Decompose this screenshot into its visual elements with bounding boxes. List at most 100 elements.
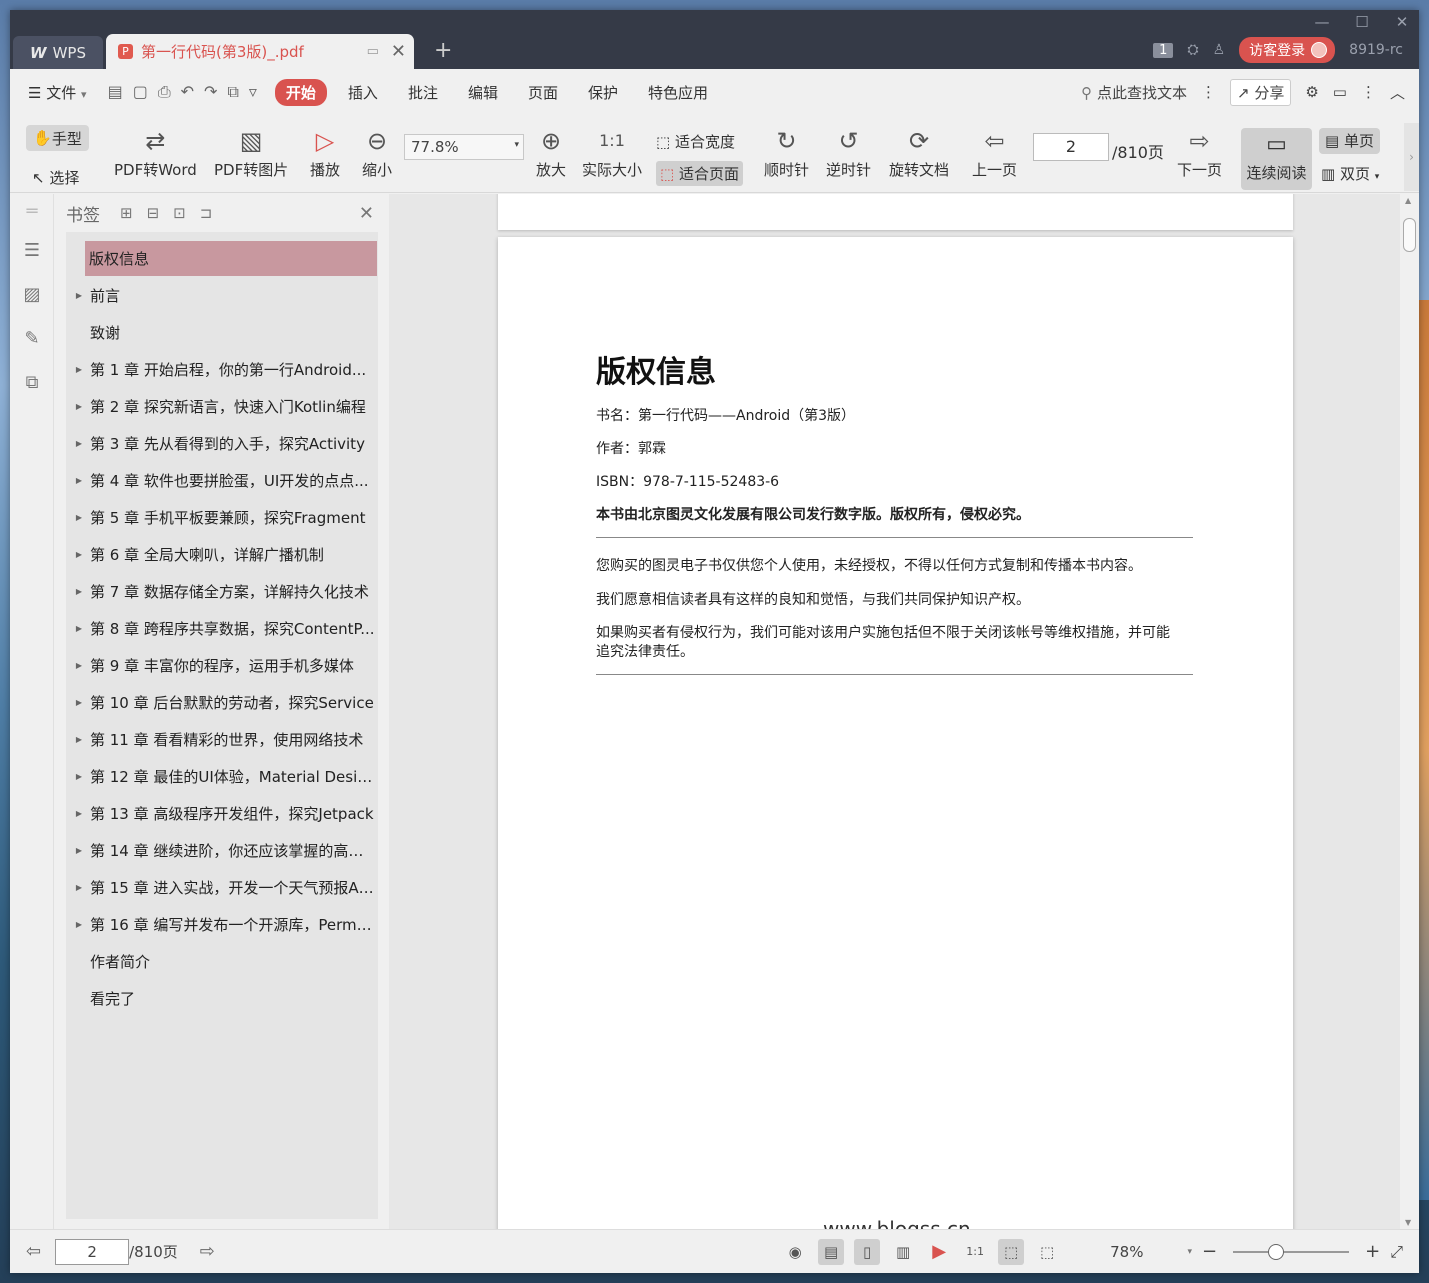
add-bookmark-icon[interactable]: ⊡ xyxy=(173,204,186,222)
tab-page[interactable]: 页面 xyxy=(513,82,573,103)
hand-tool-button[interactable]: ✋ 手型 xyxy=(26,125,89,151)
double-page-button[interactable]: ▥ 双页 ▾ xyxy=(1321,163,1379,184)
search-text-button[interactable]: ⚲ 点此查找文本 xyxy=(1081,82,1187,103)
drag-handle-icon[interactable]: ═ xyxy=(10,194,54,228)
expand-all-icon[interactable]: ⊞ xyxy=(120,204,133,222)
pdf-to-word-button[interactable]: ⇄ PDF转Word xyxy=(114,123,197,180)
comment-icon[interactable]: ▭ xyxy=(1333,83,1347,101)
vertical-scrollbar[interactable]: ▲ ▼ xyxy=(1400,194,1419,1229)
zoom-percentage[interactable]: 78% xyxy=(1110,1243,1143,1261)
expand-arrow-icon[interactable]: ▶ xyxy=(68,365,90,374)
rotate-doc-button[interactable]: ⟳ 旋转文档 xyxy=(889,123,949,180)
play-button[interactable]: ▷ 播放 xyxy=(310,123,340,180)
expand-arrow-icon[interactable]: ▶ xyxy=(68,809,90,818)
maximize-button[interactable]: ☐ xyxy=(1353,13,1371,31)
new-tab-button[interactable]: + xyxy=(434,38,452,63)
expand-arrow-icon[interactable]: ▶ xyxy=(68,476,90,485)
bookmark-item[interactable]: ▶ 第 9 章 丰富你的程序，运用手机多媒体 xyxy=(66,647,378,684)
expand-arrow-icon[interactable]: ▶ xyxy=(68,624,90,633)
kebab-icon[interactable]: ⋮ xyxy=(1201,83,1216,101)
select-tool-button[interactable]: ↖ 选择 xyxy=(32,167,79,188)
guest-login-button[interactable]: 访客登录 xyxy=(1239,37,1336,63)
bookmark-item[interactable]: ▶ 第 5 章 手机平板要兼顾，探究Fragment xyxy=(66,499,378,536)
fit-width-status-icon[interactable]: ⬚ xyxy=(1034,1239,1060,1265)
tab-annotate[interactable]: 批注 xyxy=(393,82,453,103)
actual-size-status-icon[interactable]: 1:1 xyxy=(962,1239,988,1265)
scroll-up-icon[interactable]: ▲ xyxy=(1405,196,1411,205)
bookmark-item[interactable]: ▶ 第 12 章 最佳的UI体验，Material Desig... xyxy=(66,758,378,795)
minimize-button[interactable]: — xyxy=(1313,13,1331,31)
file-menu[interactable]: ☰ 文件 ▾ xyxy=(10,82,102,103)
bookmark-item[interactable]: ▶ 第 6 章 全局大喇叭，详解广播机制 xyxy=(66,536,378,573)
fit-page-button[interactable]: ⬚ 适合页面 xyxy=(656,161,743,186)
tab-wps-home[interactable]: W WPS xyxy=(13,36,103,69)
pdf-to-image-button[interactable]: ▧ PDF转图片 xyxy=(214,123,288,180)
thumbnail-icon[interactable]: ▨ xyxy=(10,272,54,316)
expand-arrow-icon[interactable]: ▶ xyxy=(68,698,90,707)
bookmark-item[interactable]: 版权信息 xyxy=(85,241,377,276)
bookmark-item[interactable]: ▶ 第 10 章 后台默默的劳动者，探究Service xyxy=(66,684,378,721)
redo-icon[interactable]: ↷ xyxy=(204,82,217,102)
zoom-plus-icon[interactable]: + xyxy=(1365,1241,1380,1262)
bookmark-item[interactable]: ▶ 第 13 章 高级程序开发组件，探究Jetpack xyxy=(66,795,378,832)
close-window-button[interactable]: ✕ xyxy=(1393,13,1411,31)
bookmark-item[interactable]: ▶ 第 15 章 进入实战，开发一个天气预报App xyxy=(66,869,378,906)
scroll-down-icon[interactable]: ▼ xyxy=(1405,1218,1411,1227)
tab-insert[interactable]: 插入 xyxy=(333,82,393,103)
single-view-icon[interactable]: ▯ xyxy=(854,1238,881,1265)
zoom-slider-knob[interactable] xyxy=(1268,1243,1285,1260)
expand-arrow-icon[interactable]: ▶ xyxy=(68,883,90,892)
zoom-out-button[interactable]: ⊖ 缩小 xyxy=(362,123,392,180)
zoom-dropdown-icon[interactable]: ▾ xyxy=(1187,1247,1192,1257)
expand-arrow-icon[interactable]: ▶ xyxy=(68,735,90,744)
tab-edit[interactable]: 编辑 xyxy=(453,82,513,103)
ribbon-scroll-right-icon[interactable]: › xyxy=(1404,123,1419,191)
scrollbar-thumb[interactable] xyxy=(1403,218,1416,252)
bookmark-item[interactable]: 致谢 xyxy=(66,314,378,351)
next-page-button[interactable]: ⇨ 下一页 xyxy=(1177,123,1222,180)
expand-arrow-icon[interactable]: ▶ xyxy=(68,550,90,559)
rotate-cw-button[interactable]: ↻ 顺时针 xyxy=(764,123,809,180)
actual-size-button[interactable]: 1:1 实际大小 xyxy=(582,123,642,180)
tab-special[interactable]: 特色应用 xyxy=(633,82,723,103)
window-count-badge[interactable]: 1 xyxy=(1153,42,1174,58)
collapse-ribbon-icon[interactable]: ︿ xyxy=(1390,82,1405,103)
bookmark-item[interactable]: ▶ 第 7 章 数据存储全方案，详解持久化技术 xyxy=(66,573,378,610)
expand-arrow-icon[interactable]: ▶ xyxy=(68,846,90,855)
expand-arrow-icon[interactable]: ▶ xyxy=(68,772,90,781)
zoom-select[interactable]: 77.8% ▾ xyxy=(404,134,524,160)
bookmark-item[interactable]: ▶ 第 8 章 跨程序共享数据，探究ContentP... xyxy=(66,610,378,647)
bookmark-item[interactable]: ▶ 前言 xyxy=(66,277,378,314)
skin-icon[interactable]: ⛭ xyxy=(1187,42,1198,58)
fullscreen-icon[interactable]: ⤢ xyxy=(1390,1242,1403,1262)
bookmark-flag-icon[interactable]: ⊐ xyxy=(200,204,213,222)
tab-document[interactable]: P 第一行代码(第3版)_.pdf ▭ ✕ xyxy=(106,34,414,69)
bookmark-item[interactable]: ▶ 第 4 章 软件也要拼脸蛋，UI开发的点点... xyxy=(66,462,378,499)
prev-page-button[interactable]: ⇦ 上一页 xyxy=(972,123,1017,180)
rotate-ccw-button[interactable]: ↺ 逆时针 xyxy=(826,123,871,180)
zoom-slider[interactable] xyxy=(1233,1243,1350,1260)
attachment-icon[interactable]: ⧉ xyxy=(10,360,54,404)
bookmark-item[interactable]: 作者简介 xyxy=(66,943,378,980)
fit-width-button[interactable]: ⬚ 适合宽度 xyxy=(656,131,735,152)
status-next-page-icon[interactable]: ⇨ xyxy=(200,1241,215,1262)
bookmark-item[interactable]: ▶ 第 2 章 探究新语言，快速入门Kotlin编程 xyxy=(66,388,378,425)
expand-arrow-icon[interactable]: ▶ xyxy=(68,661,90,670)
expand-arrow-icon[interactable]: ▶ xyxy=(68,513,90,522)
status-prev-page-icon[interactable]: ⇦ xyxy=(26,1241,41,1262)
bookmark-list-icon[interactable]: ☰ xyxy=(10,228,54,272)
collapse-all-icon[interactable]: ⊟ xyxy=(147,204,160,222)
save-icon[interactable]: ▢ xyxy=(133,82,148,102)
gear-icon[interactable]: ⚙ xyxy=(1305,83,1318,101)
continuous-read-button[interactable]: ▭ 连续阅读 xyxy=(1241,128,1312,190)
shirt-icon[interactable]: ♙ xyxy=(1213,42,1226,58)
tab-protect[interactable]: 保护 xyxy=(573,82,633,103)
close-panel-icon[interactable]: ✕ xyxy=(359,203,374,224)
play-slideshow-icon[interactable]: ▶ xyxy=(926,1239,952,1265)
bookmark-item[interactable]: ▶ 第 1 章 开始启程，你的第一行Android... xyxy=(66,351,378,388)
continuous-view-icon[interactable]: ▤ xyxy=(818,1238,845,1265)
page-number-input[interactable]: 2 xyxy=(1033,133,1109,161)
expand-arrow-icon[interactable]: ▶ xyxy=(68,291,90,300)
bookmark-item[interactable]: ▶ 第 11 章 看看精彩的世界，使用网络技术 xyxy=(66,721,378,758)
bookmark-item[interactable]: ▶ 第 16 章 编写并发布一个开源库，Permi... xyxy=(66,906,378,943)
